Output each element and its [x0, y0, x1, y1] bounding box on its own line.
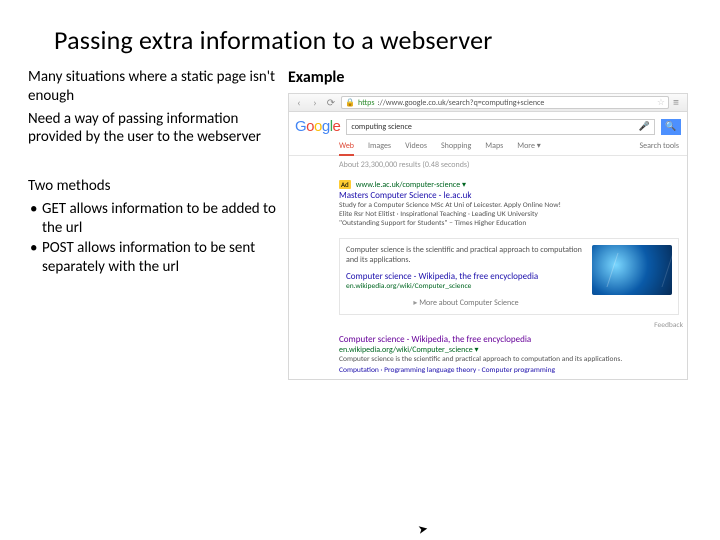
tab-more[interactable]: More ▾	[517, 141, 541, 155]
tab-shopping[interactable]: Shopping	[441, 141, 471, 155]
search-query: computing science	[351, 122, 411, 132]
sitelinks-rest[interactable]: · Programming language theory · Computer…	[379, 366, 555, 375]
kp-more[interactable]: More about Computer Science	[346, 298, 586, 308]
search-header: Google computing science 🎤 🔍	[289, 112, 687, 139]
url-rest: ://www.google.co.uk/search?q=computing+s…	[377, 98, 544, 108]
search-button[interactable]: 🔍	[661, 119, 681, 135]
kp-image[interactable]	[592, 245, 672, 295]
voice-search-icon[interactable]: 🎤	[639, 121, 650, 132]
result-desc: Computer science is the scientific and p…	[339, 355, 679, 364]
ad-line-3: "Outstanding Support for Students" – Tim…	[339, 219, 679, 228]
kp-link[interactable]: Computer science - Wikipedia, the free e…	[346, 271, 586, 282]
tab-images[interactable]: Images	[368, 141, 391, 155]
google-logo[interactable]: Google	[295, 118, 340, 135]
cursor-icon: ➤	[417, 521, 430, 538]
para-3: Two methods	[28, 177, 278, 196]
lock-icon: 🔒	[345, 98, 355, 108]
search-tools[interactable]: Search tools	[639, 141, 679, 155]
body-left: Many situations where a static page isn'…	[28, 68, 278, 380]
tab-videos[interactable]: Videos	[405, 141, 427, 155]
result-title[interactable]: Computer science - Wikipedia, the free e…	[339, 334, 679, 345]
slide-title: Passing extra information to a webserver	[0, 0, 720, 68]
bookmark-icon[interactable]: ☆	[657, 97, 665, 108]
ad-line-2: Elite Rsr Not Elitist · Inspirational Te…	[339, 210, 679, 219]
search-tabs: Web Images Videos Shopping Maps More ▾ S…	[289, 139, 687, 156]
kp-snippet: Computer science is the scientific and p…	[346, 245, 586, 265]
ad-cite[interactable]: www.le.ac.uk/computer-science ▾	[356, 180, 466, 190]
sitelink-1[interactable]: Computation	[339, 366, 379, 375]
bullet-get: GET allows information to be added to th…	[28, 200, 278, 238]
browser-toolbar: ‹ › ⟳ 🔒 https://www.google.co.uk/search?…	[289, 94, 687, 112]
para-2: Need a way of passing information provid…	[28, 110, 278, 148]
menu-icon[interactable]: ≡	[673, 100, 683, 106]
tab-web[interactable]: Web	[339, 141, 354, 156]
browser-window: ‹ › ⟳ 🔒 https://www.google.co.uk/search?…	[288, 93, 688, 380]
result-ad: Ad www.le.ac.uk/computer-science ▾ Maste…	[289, 176, 687, 232]
url-scheme: https	[358, 98, 375, 108]
kp-feedback[interactable]: Feedback	[289, 321, 687, 330]
result-stats: About 23,300,000 results (0.48 seconds)	[289, 156, 687, 176]
example-heading: Example	[288, 68, 720, 87]
back-button[interactable]: ‹	[293, 97, 305, 109]
ad-badge: Ad	[339, 180, 351, 189]
bullet-post: POST allows information to be sent separ…	[28, 239, 278, 277]
result-cite: en.wikipedia.org/wiki/Computer_science ▾	[339, 345, 679, 355]
result-organic: Computer science - Wikipedia, the free e…	[289, 330, 687, 379]
tab-maps[interactable]: Maps	[485, 141, 503, 155]
reload-button[interactable]: ⟳	[325, 97, 337, 109]
forward-button[interactable]: ›	[309, 97, 321, 109]
kp-cite: en.wikipedia.org/wiki/Computer_science	[346, 282, 586, 291]
address-bar[interactable]: 🔒 https://www.google.co.uk/search?q=comp…	[341, 96, 669, 109]
ad-line-1: Study for a Computer Science MSc At Uni …	[339, 201, 679, 210]
search-icon: 🔍	[665, 121, 676, 132]
knowledge-panel: Computer science is the scientific and p…	[339, 238, 679, 315]
search-input[interactable]: computing science 🎤	[346, 119, 655, 135]
ad-title[interactable]: Masters Computer Science - le.ac.uk	[339, 190, 679, 201]
para-1: Many situations where a static page isn'…	[28, 68, 278, 106]
